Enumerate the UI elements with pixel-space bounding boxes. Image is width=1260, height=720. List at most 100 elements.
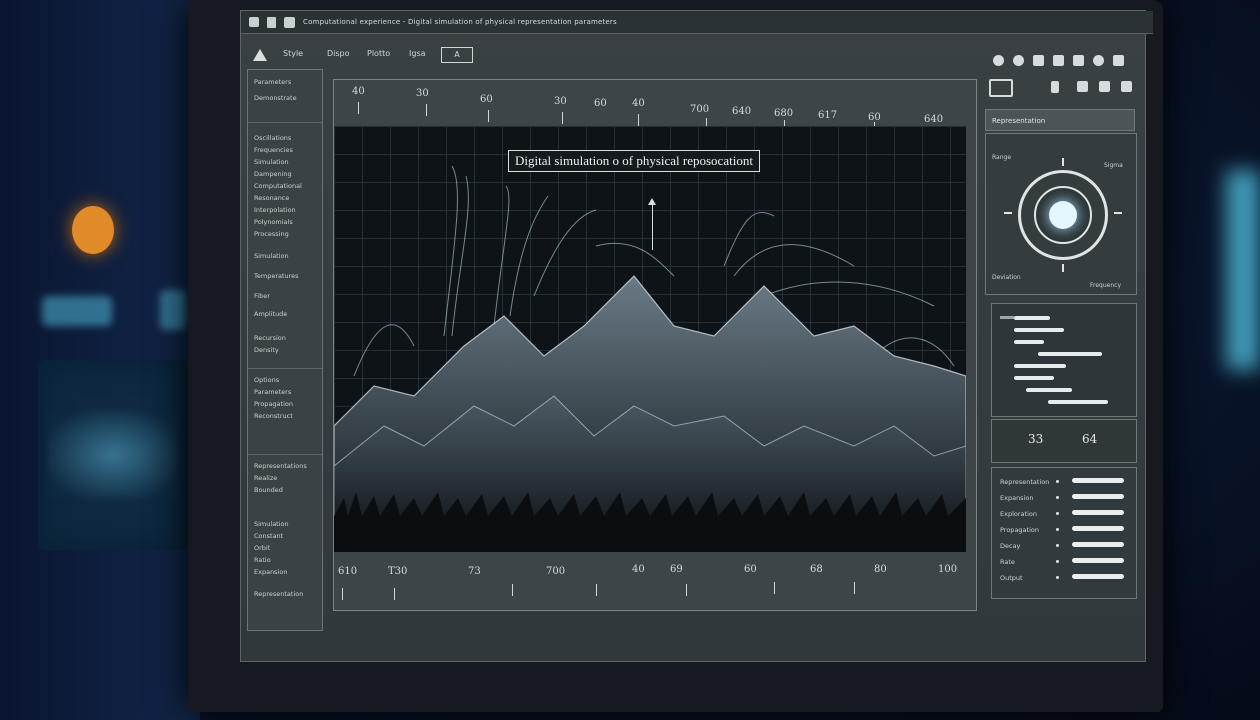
sidebar-item[interactable]: Frequencies (254, 146, 293, 154)
toolbar-item-style[interactable]: Style (283, 49, 303, 58)
lock-icon[interactable] (1033, 55, 1044, 66)
annotation-arrow (652, 204, 653, 250)
list-slider[interactable] (1072, 542, 1124, 547)
ruler-label: 40 (632, 564, 645, 575)
terrain-visualization (334, 165, 966, 552)
sidebar-item[interactable]: Polynomials (254, 218, 293, 226)
ruler-label: 640 (924, 114, 944, 125)
toolbar-button[interactable]: A (441, 47, 473, 63)
sidebar-item[interactable]: Demonstrate (254, 94, 297, 102)
sidebar-item[interactable]: Propagation (254, 400, 293, 408)
sidebar-item[interactable]: Representations (254, 462, 307, 470)
list-slider[interactable] (1072, 510, 1124, 515)
sidebar-item[interactable]: Dampening (254, 170, 292, 178)
bokeh-light-teal (42, 296, 112, 326)
sidebar-item[interactable]: Constant (254, 532, 283, 540)
monitor-bezel: Computational experience - Digital simul… (188, 0, 1163, 712)
ruler-label: 73 (468, 566, 481, 577)
shield-icon[interactable] (1013, 55, 1024, 66)
sidebar-item[interactable]: Density (254, 346, 279, 354)
document-icon[interactable] (267, 16, 276, 28)
values-panel: 33 64 (991, 419, 1137, 463)
sidebar-divider (248, 368, 322, 369)
bar (1014, 376, 1054, 380)
background-glow-right (1226, 170, 1260, 370)
image-icon[interactable] (989, 79, 1013, 97)
fullscreen-icon[interactable] (1121, 81, 1132, 92)
ruler-label: 700 (690, 104, 710, 115)
settings-icon[interactable] (993, 55, 1004, 66)
ruler-label: 60 (594, 98, 607, 109)
ruler-label: 40 (632, 98, 645, 109)
panel-header: Representation (985, 109, 1135, 131)
plot-panel: 40 30 60 30 60 40 700 640 680 617 60 640 (333, 79, 977, 611)
ruler-label: 80 (874, 564, 887, 575)
sidebar-item[interactable]: Simulation (254, 520, 289, 528)
sidebar-item[interactable]: Options (254, 376, 279, 384)
gauge-indicator (1049, 201, 1077, 229)
wifi-icon[interactable] (1093, 55, 1104, 66)
toolbar-item-dispo[interactable]: Dispo (327, 49, 350, 58)
sidebar-item[interactable]: Parameters (254, 388, 291, 396)
gauge-label: Range (992, 154, 1012, 161)
parameter-list: Representation Expansion Exploration Pro… (991, 467, 1137, 599)
value-readout: 33 (1028, 432, 1044, 446)
sidebar-item[interactable]: Processing (254, 230, 289, 238)
save-icon[interactable] (1077, 81, 1088, 92)
sidebar-item[interactable]: Interpolation (254, 206, 296, 214)
sidebar-divider (248, 454, 322, 455)
gauge-panel: Range Sigma Deviation Frequency (985, 133, 1137, 295)
toolbar-item-igsa[interactable]: Igsa (409, 49, 426, 58)
sidebar-item[interactable]: Realize (254, 474, 277, 482)
menubar: Computational experience - Digital simul… (241, 11, 1153, 34)
sidebar-item[interactable]: Recursion (254, 334, 286, 342)
toolbar: Style Dispo Plotto Igsa A (241, 35, 1145, 97)
grid-icon[interactable] (1053, 55, 1064, 66)
bar (1048, 400, 1108, 404)
bar (1014, 328, 1064, 332)
top-ruler: 40 30 60 30 60 40 700 640 680 617 60 640 (334, 80, 976, 134)
sidebar-item[interactable]: Bounded (254, 486, 283, 494)
list-slider[interactable] (1072, 526, 1124, 531)
app-window: Computational experience - Digital simul… (240, 10, 1153, 662)
list-item-label: Decay (1000, 542, 1021, 550)
value-readout: 64 (1082, 432, 1098, 446)
sidebar-item[interactable]: Ratio (254, 556, 271, 564)
bokeh-light-teal (160, 290, 186, 330)
list-slider[interactable] (1072, 478, 1124, 483)
toolbar-item-plotto[interactable]: Plotto (367, 49, 390, 58)
sidebar-item[interactable]: Orbit (254, 544, 270, 552)
warning-triangle-icon[interactable] (253, 49, 267, 61)
print-icon[interactable] (1099, 81, 1110, 92)
sidebar-item[interactable]: Resonance (254, 194, 289, 202)
list-slider[interactable] (1072, 494, 1124, 499)
sidebar-item[interactable]: Parameters (254, 78, 291, 86)
sidebar-item[interactable]: Fiber (254, 292, 270, 300)
ruler-label: T30 (388, 566, 408, 577)
window-icon[interactable] (284, 16, 295, 28)
window-icon[interactable] (1073, 55, 1084, 66)
sidebar-item[interactable]: Simulation (254, 158, 289, 166)
sidebar-item[interactable]: Computational (254, 182, 302, 190)
sidebar-item[interactable]: Amplitude (254, 310, 287, 318)
app-icon[interactable] (249, 17, 259, 27)
sidebar-item[interactable]: Temperatures (254, 272, 299, 280)
sidebar-item[interactable]: Reconstruct (254, 412, 293, 420)
list-slider[interactable] (1072, 558, 1124, 563)
sidebar-item[interactable]: Representation (254, 590, 303, 598)
simulation-plot[interactable]: Digital simulation o of physical reposoc… (334, 126, 966, 552)
sidebar: Parameters Demonstrate Oscillations Freq… (247, 69, 323, 631)
menu-icon[interactable] (1113, 55, 1124, 66)
list-item-label: Representation (1000, 478, 1050, 486)
sidebar-item[interactable]: Expansion (254, 568, 287, 576)
sidebar-item[interactable]: Simulation (254, 252, 289, 260)
sidebar-divider (248, 122, 322, 123)
bar (1026, 388, 1072, 392)
list-slider[interactable] (1072, 574, 1124, 579)
window-title: Computational experience - Digital simul… (303, 18, 617, 26)
bookmark-icon[interactable] (1051, 81, 1059, 93)
ruler-label: 100 (938, 564, 958, 575)
ruler-label: 640 (732, 106, 752, 117)
sidebar-item[interactable]: Oscillations (254, 134, 291, 142)
list-item-label: Expansion (1000, 494, 1034, 502)
